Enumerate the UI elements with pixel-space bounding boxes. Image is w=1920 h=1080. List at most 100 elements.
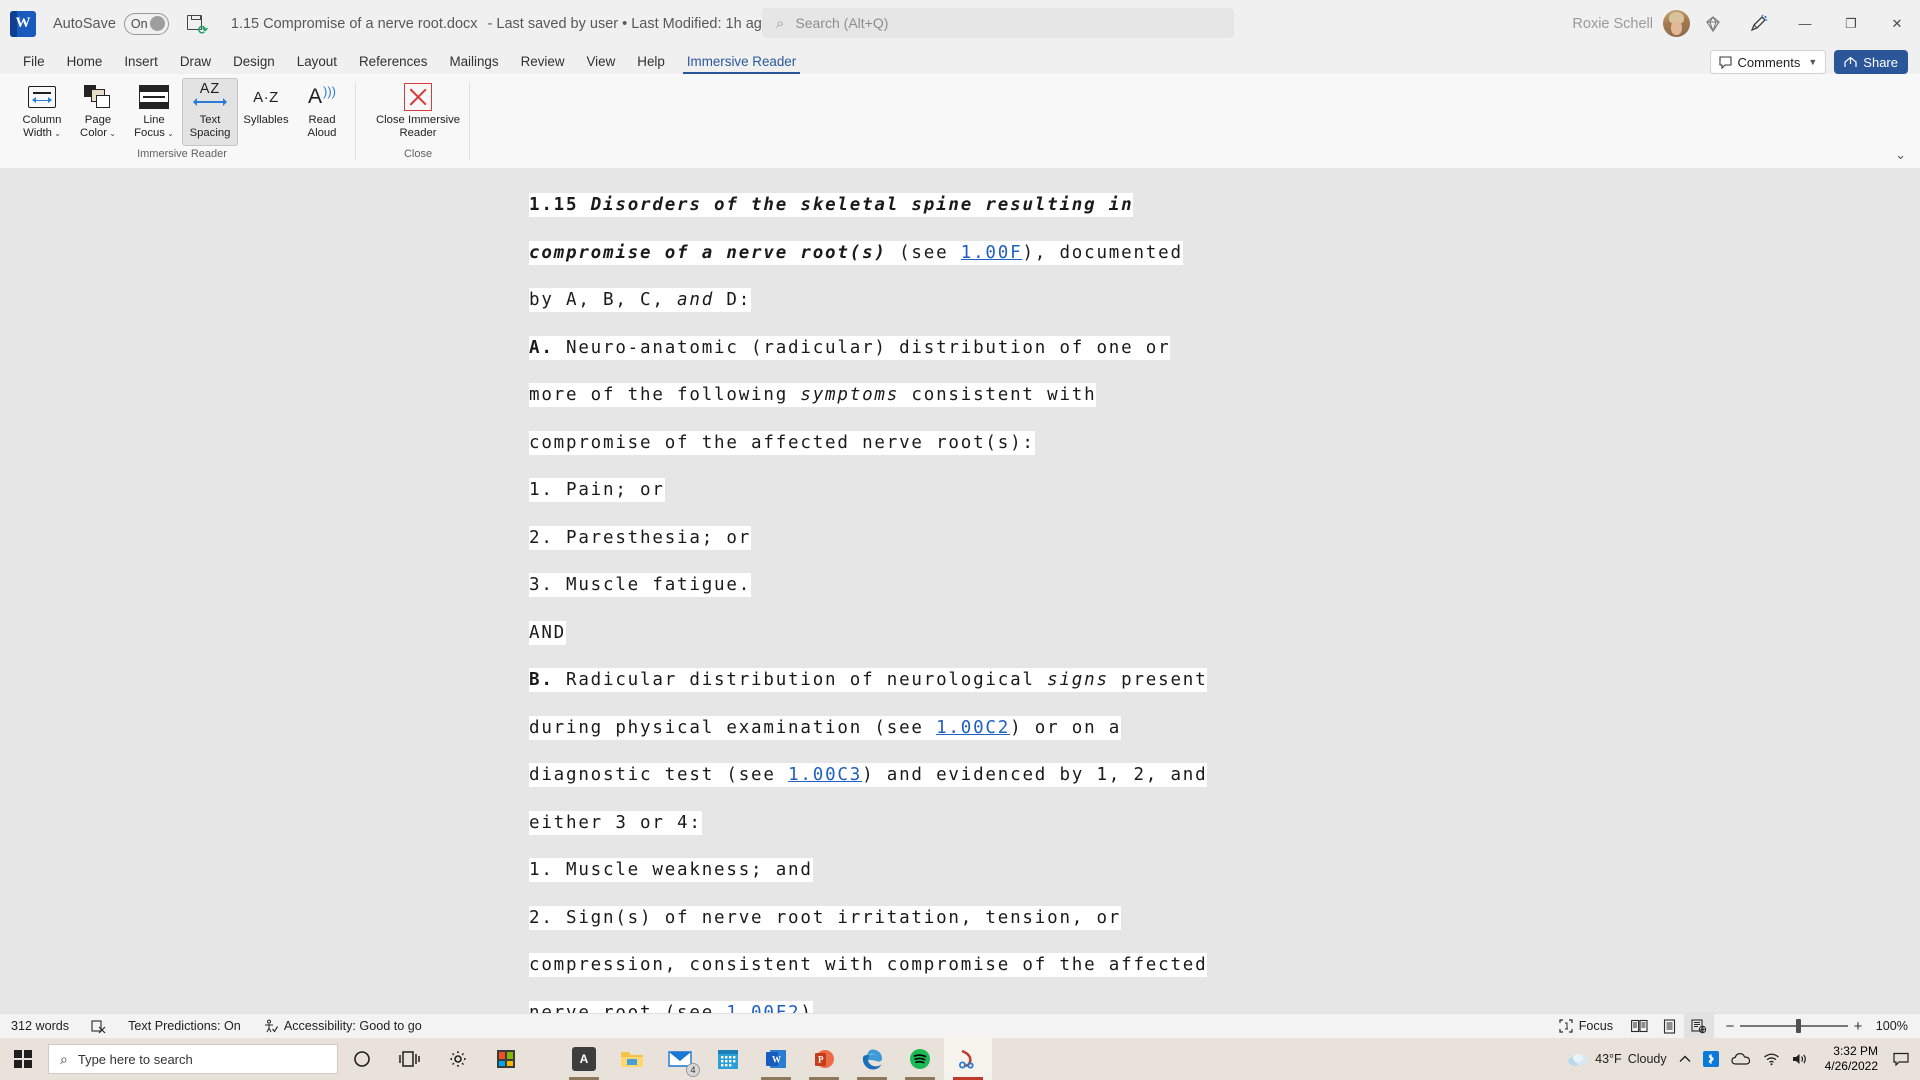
immersive-reader-page: 1.15 Disorders of the skeletal spine res… bbox=[0, 169, 1920, 1013]
document-canvas[interactable]: 1.15 Disorders of the skeletal spine res… bbox=[0, 169, 1920, 1013]
line-focus-button[interactable]: Line Focus ⌄ bbox=[126, 78, 182, 146]
ribbon-group-close: Close Immersive Reader Close bbox=[366, 74, 470, 168]
document-line: diagnostic test (see 1.00C3) and evidenc… bbox=[529, 752, 1208, 800]
tab-insert[interactable]: Insert bbox=[113, 49, 169, 74]
tab-view[interactable]: View bbox=[575, 49, 626, 74]
close-immersive-reader-button[interactable]: Close Immersive Reader bbox=[372, 78, 464, 146]
tab-mailings[interactable]: Mailings bbox=[438, 49, 509, 74]
cortana-button[interactable] bbox=[338, 1038, 386, 1080]
page-color-label-1: Page bbox=[84, 114, 112, 126]
word-count[interactable]: 312 words bbox=[0, 1014, 80, 1038]
restore-button[interactable]: ❐ bbox=[1828, 0, 1874, 47]
document-text-italic: and bbox=[677, 290, 715, 310]
tab-immersive-reader[interactable]: Immersive Reader bbox=[676, 49, 807, 74]
document-title-button[interactable]: 1.15 Compromise of a nerve root.docx - L… bbox=[231, 16, 787, 32]
close-button[interactable]: ✕ bbox=[1874, 0, 1920, 47]
print-layout-button[interactable] bbox=[1654, 1014, 1684, 1039]
file-explorer-app[interactable] bbox=[608, 1038, 656, 1080]
task-view-icon bbox=[399, 1051, 420, 1067]
microsoft-store-button[interactable] bbox=[482, 1038, 530, 1080]
collapse-ribbon-icon[interactable]: ⌄ bbox=[1895, 147, 1906, 163]
accessibility-status[interactable]: Accessibility: Good to go bbox=[252, 1014, 433, 1038]
cortana-circle-icon bbox=[354, 1051, 370, 1067]
bluetooth-button[interactable] bbox=[1697, 1038, 1725, 1080]
document-text: AND bbox=[529, 622, 567, 643]
document-line: more of the following symptoms consisten… bbox=[529, 372, 1097, 420]
avatar[interactable] bbox=[1663, 10, 1690, 37]
syllables-button[interactable]: A·Z Syllables bbox=[238, 78, 294, 146]
document-link[interactable]: 1.00F bbox=[961, 243, 1023, 263]
tab-file[interactable]: File bbox=[12, 49, 56, 74]
document-meta-text: - Last saved by user • Last Modified: 1h… bbox=[487, 15, 770, 32]
edge-app[interactable] bbox=[848, 1038, 896, 1080]
document-link[interactable]: 1.00C2 bbox=[936, 718, 1010, 738]
minimize-button[interactable]: — bbox=[1782, 0, 1828, 47]
tray-expand-button[interactable] bbox=[1673, 1038, 1697, 1080]
powerpoint-app[interactable]: P bbox=[800, 1038, 848, 1080]
zoom-handle[interactable] bbox=[1796, 1019, 1801, 1033]
network-button[interactable] bbox=[1757, 1038, 1786, 1080]
page-color-button[interactable]: Page Color ⌄ bbox=[70, 78, 126, 146]
web-layout-button[interactable] bbox=[1684, 1013, 1714, 1039]
read-aloud-button[interactable]: A))) Read Aloud bbox=[294, 78, 350, 146]
document-text: nerve root (see bbox=[529, 1002, 727, 1014]
tab-review[interactable]: Review bbox=[510, 49, 576, 74]
autosave-toggle[interactable]: On bbox=[123, 12, 169, 35]
word-app[interactable]: W bbox=[752, 1038, 800, 1080]
zoom-level[interactable]: 100% bbox=[1874, 1019, 1920, 1033]
zoom-track[interactable] bbox=[1740, 1019, 1848, 1033]
draw-pen-icon[interactable] bbox=[1736, 0, 1782, 47]
zoom-slider[interactable]: − + bbox=[1720, 1018, 1868, 1035]
text-spacing-button[interactable]: AZ Text Spacing bbox=[182, 78, 238, 146]
taskbar-search-input[interactable]: ⌕ Type here to search bbox=[48, 1044, 338, 1074]
search-input[interactable]: ⌕ Search (Alt+Q) bbox=[762, 8, 1234, 38]
spotify-app[interactable] bbox=[896, 1038, 944, 1080]
read-aloud-label-1: Read bbox=[308, 114, 336, 126]
weather-widget[interactable]: 43°F Cloudy bbox=[1561, 1038, 1672, 1080]
text-predictions-status[interactable]: Text Predictions: On bbox=[117, 1014, 252, 1038]
tab-layout[interactable]: Layout bbox=[286, 49, 348, 74]
clock[interactable]: 3:32 PM 4/26/2022 bbox=[1815, 1044, 1888, 1074]
start-button[interactable] bbox=[0, 1038, 46, 1080]
comments-button[interactable]: Comments ▼ bbox=[1709, 50, 1827, 74]
document-link[interactable]: 1.00F2 bbox=[726, 1003, 800, 1014]
line-highlight: compromise of the affected nerve root(s)… bbox=[529, 430, 1035, 455]
document-link[interactable]: 1.00C3 bbox=[788, 765, 862, 785]
volume-button[interactable] bbox=[1786, 1038, 1815, 1080]
diamond-icon[interactable] bbox=[1690, 0, 1736, 47]
zoom-in-button[interactable]: + bbox=[1848, 1018, 1868, 1035]
status-bar-right: Focus − + 100% bbox=[1548, 1013, 1920, 1039]
settings-button[interactable] bbox=[434, 1038, 482, 1080]
line-highlight: B. Radicular distribution of neurologica… bbox=[529, 668, 1208, 692]
read-mode-button[interactable] bbox=[1624, 1014, 1654, 1039]
calendar-app[interactable] bbox=[704, 1038, 752, 1080]
autosave-label: AutoSave bbox=[53, 15, 116, 32]
read-aloud-icon: A))) bbox=[308, 84, 336, 108]
column-width-label-1: Column bbox=[22, 114, 62, 126]
document-text: 2. Paresthesia; or bbox=[529, 527, 752, 548]
tab-references[interactable]: References bbox=[348, 49, 438, 74]
word-icon: W bbox=[766, 1050, 786, 1068]
focus-mode-button[interactable]: Focus bbox=[1548, 1014, 1624, 1038]
acrobat-reader-app[interactable]: A bbox=[560, 1038, 608, 1080]
tab-draw[interactable]: Draw bbox=[169, 49, 222, 74]
line-highlight: compromise of a nerve root(s) (see 1.00F… bbox=[529, 240, 1183, 265]
share-button[interactable]: Share bbox=[1834, 50, 1908, 74]
tab-help[interactable]: Help bbox=[626, 49, 676, 74]
microsoft-store-icon bbox=[497, 1050, 515, 1068]
chevron-down-icon: ▼ bbox=[1808, 57, 1818, 67]
task-view-button[interactable] bbox=[386, 1038, 434, 1080]
snip-sketch-app[interactable] bbox=[944, 1038, 992, 1080]
onedrive-button[interactable] bbox=[1725, 1038, 1757, 1080]
proofing-errors-icon[interactable] bbox=[80, 1014, 117, 1038]
zoom-out-button[interactable]: − bbox=[1720, 1018, 1740, 1035]
notifications-button[interactable] bbox=[1888, 1038, 1914, 1080]
tab-home[interactable]: Home bbox=[56, 49, 114, 74]
save-sync-icon[interactable]: ⟳ bbox=[185, 13, 208, 36]
line-focus-label-1: Line bbox=[143, 114, 165, 126]
tab-design[interactable]: Design bbox=[222, 49, 286, 74]
mail-badge: 4 bbox=[686, 1063, 700, 1077]
taskbar-search-placeholder: Type here to search bbox=[77, 1051, 193, 1067]
column-width-button[interactable]: Column Width ⌄ bbox=[14, 78, 70, 146]
mail-app[interactable]: 4 bbox=[656, 1038, 704, 1080]
